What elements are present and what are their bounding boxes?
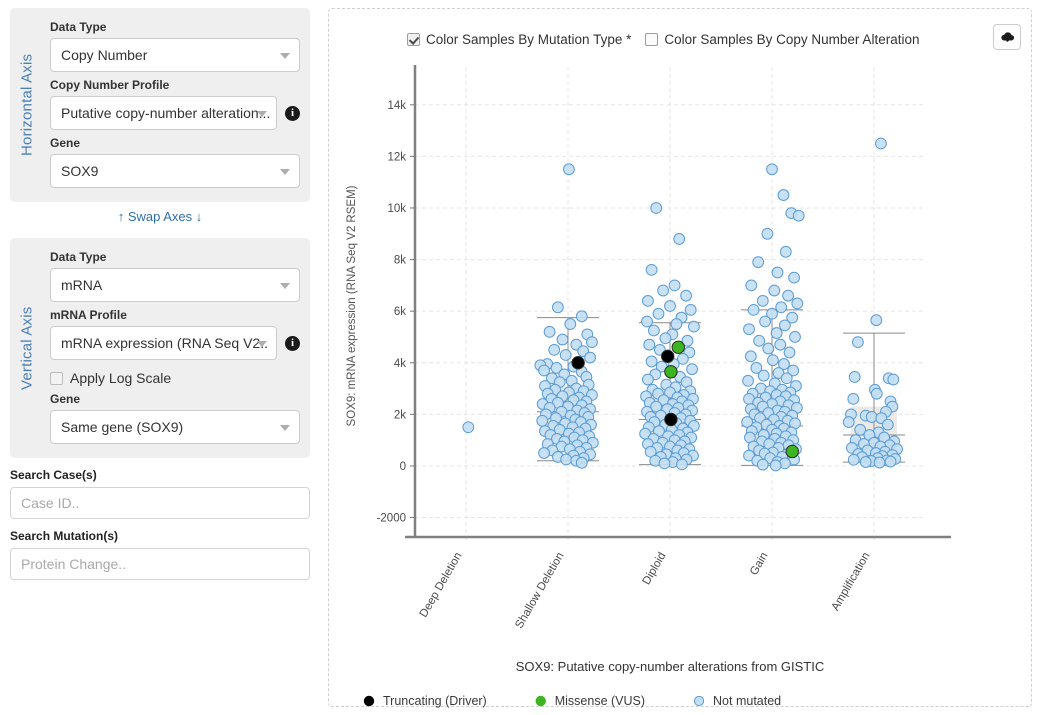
svg-text:8k: 8k <box>394 255 406 267</box>
v-profile-label: mRNA Profile <box>50 308 127 322</box>
h-data-type-select[interactable]: Copy Number <box>50 38 300 72</box>
color-by-cna-checkbox[interactable] <box>645 33 659 46</box>
color-by-mutation-type-label: Color Samples By Mutation Type * <box>426 32 632 47</box>
controls-sidebar: Horizontal Axis Data Type Copy Number Co… <box>0 0 320 715</box>
search-mutations-label: Search Mutation(s) <box>10 529 119 543</box>
svg-text:Diploid: Diploid <box>641 551 669 587</box>
v-gene-select[interactable]: Same gene (SOX9) <box>50 410 300 444</box>
chevron-down-icon <box>280 53 290 59</box>
swap-up-icon: ↑ <box>117 209 125 224</box>
horizontal-axis-panel: Horizontal Axis Data Type Copy Number Co… <box>10 8 310 202</box>
apply-log-scale-row[interactable]: Apply Log Scale <box>50 370 300 386</box>
v-gene-label: Gene <box>50 392 81 406</box>
plot-area[interactable]: -2000 0 2k 4k 6k 8k 10k 12k 14k Deep Deletion Shal… <box>329 57 1033 708</box>
chevron-down-icon <box>257 341 267 347</box>
svg-text:14k: 14k <box>387 100 406 112</box>
h-gene-value: SOX9 <box>61 163 99 179</box>
svg-text:Amplification: Amplification <box>830 551 873 613</box>
svg-text:SOX9: Putative copy-number alt: SOX9: Putative copy-number alterations f… <box>516 659 825 674</box>
h-profile-label: Copy Number Profile <box>50 78 170 92</box>
chevron-down-icon <box>280 169 290 175</box>
swap-axes-button[interactable]: ↑ Swap Axes ↓ <box>0 202 320 230</box>
download-button[interactable] <box>993 24 1021 50</box>
svg-text:Deep Deletion: Deep Deletion <box>418 551 465 620</box>
vertical-axis-panel: Vertical Axis Data Type mRNA mRNA Profil… <box>10 238 310 458</box>
v-data-type-value: mRNA <box>61 277 103 293</box>
search-cases-input[interactable] <box>10 487 310 519</box>
h-data-type-value: Copy Number <box>61 47 148 63</box>
svg-text:Not mutated: Not mutated <box>713 694 781 708</box>
svg-text:12k: 12k <box>387 151 406 163</box>
v-data-type-label: Data Type <box>50 250 107 264</box>
v-gene-value: Same gene (SOX9) <box>61 419 184 435</box>
search-mutations-input[interactable] <box>10 548 310 580</box>
apply-log-scale-label: Apply Log Scale <box>70 370 172 386</box>
info-icon[interactable]: i <box>285 335 300 351</box>
svg-text:0: 0 <box>400 461 406 473</box>
h-data-type-label: Data Type <box>50 20 107 34</box>
h-gene-label: Gene <box>50 136 81 150</box>
swap-down-icon: ↓ <box>195 209 203 224</box>
svg-text:4k: 4k <box>394 358 406 370</box>
scatter-boxplot-svg[interactable]: -2000 0 2k 4k 6k 8k 10k 12k 14k Deep Deletion Shal… <box>329 57 1033 708</box>
color-by-mutation-type-row[interactable]: Color Samples By Mutation Type * <box>407 32 631 47</box>
v-profile-value: mRNA expression (RNA Seq V2.. <box>61 335 268 351</box>
chevron-down-icon <box>280 283 290 289</box>
color-by-mutation-type-checkbox[interactable] <box>407 33 420 46</box>
apply-log-scale-checkbox[interactable] <box>50 371 63 385</box>
chart-panel: Color Samples By Mutation Type * Color S… <box>328 8 1033 708</box>
search-section: Search Case(s) Search Mutation(s) <box>10 468 310 580</box>
info-icon[interactable]: i <box>285 105 300 121</box>
color-by-cna-label: Color Samples By Copy Number Alteration <box>664 32 920 47</box>
h-profile-value: Putative copy-number alteration... <box>61 105 271 121</box>
svg-text:Shallow Deletion: Shallow Deletion <box>513 551 566 631</box>
svg-text:6k: 6k <box>394 306 406 318</box>
svg-text:SOX9: mRNA expression (RNA Seq: SOX9: mRNA expression (RNA Seq V2 RSEM) <box>346 185 358 426</box>
search-cases-label: Search Case(s) <box>10 468 97 482</box>
h-gene-select[interactable]: SOX9 <box>50 154 300 188</box>
v-profile-select[interactable]: mRNA expression (RNA Seq V2.. <box>50 326 277 360</box>
vertical-axis-label: Vertical Axis <box>18 306 36 390</box>
svg-text:-2000: -2000 <box>377 513 406 525</box>
chevron-down-icon <box>280 425 290 431</box>
svg-text:Gain: Gain <box>748 551 771 578</box>
plot-app: Horizontal Axis Data Type Copy Number Co… <box>0 0 1040 715</box>
svg-text:10k: 10k <box>387 203 406 215</box>
swap-axes-label: Swap Axes <box>127 209 193 224</box>
svg-text:Truncating (Driver): Truncating (Driver) <box>383 694 487 708</box>
v-data-type-select[interactable]: mRNA <box>50 268 300 302</box>
h-profile-select[interactable]: Putative copy-number alteration... <box>50 96 277 130</box>
chevron-down-icon <box>257 111 267 117</box>
color-by-cna-row[interactable]: Color Samples By Copy Number Alteration <box>645 32 919 47</box>
horizontal-axis-label: Horizontal Axis <box>18 53 36 157</box>
chart-toolbar: Color Samples By Mutation Type * Color S… <box>329 9 1031 57</box>
svg-text:Missense (VUS): Missense (VUS) <box>555 694 645 708</box>
svg-text:2k: 2k <box>394 409 406 421</box>
cloud-download-icon <box>1000 31 1014 42</box>
